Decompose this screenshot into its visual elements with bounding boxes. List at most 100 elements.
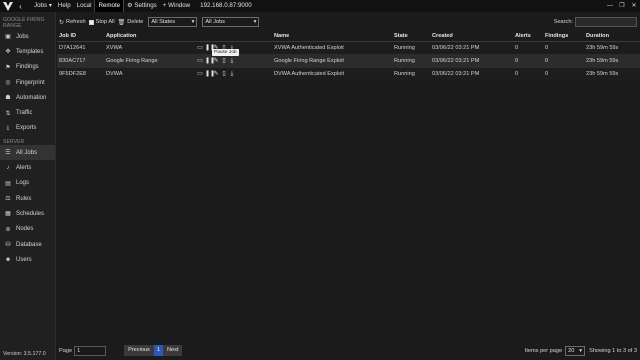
edit-icon[interactable]: ✎ bbox=[213, 71, 219, 77]
menu-settings[interactable]: ⚙ Settings bbox=[124, 0, 160, 12]
table-row[interactable]: D7A12641 XVWA ▭ ❚❚ ✎ ▯ ⤓ XVWA Authentica… bbox=[57, 41, 640, 55]
page-label: Page bbox=[59, 347, 73, 354]
page-input[interactable]: 1 bbox=[74, 345, 107, 356]
minimize-icon[interactable]: — bbox=[604, 0, 616, 12]
sidebar-item-label: Exports bbox=[16, 125, 37, 132]
sidebar-item-all-jobs[interactable]: ☰ All Jobs bbox=[0, 145, 55, 161]
refresh-button[interactable]: ↻ Refresh bbox=[59, 19, 86, 26]
sidebar-item-label: Logs bbox=[16, 180, 30, 187]
folder-open-icon[interactable]: ▭ bbox=[197, 45, 203, 51]
delete-label: Delete bbox=[127, 19, 144, 25]
sidebar-item-schedules[interactable]: ▦ Schedules bbox=[0, 206, 55, 221]
sidebar-item-users[interactable]: ☻ Users bbox=[0, 252, 55, 267]
previous-button[interactable]: Previous bbox=[124, 345, 154, 356]
sidebar-item-traffic[interactable]: ⇅ Traffic bbox=[0, 105, 55, 120]
close-icon[interactable]: ✕ bbox=[628, 0, 640, 12]
sidebar-item-rules[interactable]: ⚖ Rules bbox=[0, 191, 55, 206]
col-job-id[interactable]: Job ID bbox=[57, 32, 104, 42]
trash-icon: 🗑 bbox=[117, 19, 126, 26]
pause-icon[interactable]: ❚❚ bbox=[205, 45, 215, 51]
sidebar-item-database[interactable]: ⛁ Database bbox=[0, 237, 55, 252]
sidebar-item-label: Fingerprint bbox=[16, 79, 45, 86]
robot-icon: ☗ bbox=[5, 95, 11, 102]
fingerprint-icon: ◎ bbox=[5, 80, 11, 87]
users-icon: ☻ bbox=[4, 256, 12, 263]
calendar-icon: ▦ bbox=[5, 211, 11, 218]
sidebar-item-alerts[interactable]: ♪ Alerts bbox=[0, 160, 55, 175]
app-logo-icon bbox=[2, 0, 14, 12]
col-name[interactable]: Name bbox=[272, 32, 392, 42]
menu-jobs[interactable]: Jobs ▾ bbox=[31, 0, 55, 12]
table-row[interactable]: 830AC717 Google Firing Range ▭ ❚❚ ✎ ▯ ⤓ … bbox=[57, 54, 640, 68]
download-icon[interactable]: ⤓ bbox=[229, 58, 235, 64]
sidebar-item-templates[interactable]: ✥ Templates bbox=[0, 44, 55, 59]
briefcase-icon: ▣ bbox=[5, 34, 11, 41]
stop-square-icon bbox=[88, 19, 94, 25]
folder-open-icon[interactable]: ▭ bbox=[197, 71, 203, 77]
showing-count: Showing 1 to 3 of 3 bbox=[589, 347, 637, 354]
sidebar-item-label: Jobs bbox=[16, 33, 29, 40]
sidebar-item-logs[interactable]: ▤ Logs bbox=[0, 176, 55, 191]
delete-button[interactable]: 🗑 Delete bbox=[118, 19, 144, 26]
bell-icon: ♪ bbox=[6, 165, 10, 172]
sidebar-item-label: Nodes bbox=[16, 226, 34, 233]
trash-icon[interactable]: ▯ bbox=[221, 71, 227, 77]
cell-findings: 0 bbox=[543, 67, 584, 81]
state-filter-value: All States bbox=[151, 19, 176, 25]
database-icon: ⛁ bbox=[5, 242, 11, 248]
sidebar-item-label: Automation bbox=[16, 94, 47, 101]
traffic-icon: ⇅ bbox=[5, 110, 11, 117]
state-filter-select[interactable]: All States ▾ bbox=[148, 17, 198, 27]
cell-duration: 23h 59m 59s bbox=[584, 54, 640, 68]
cell-state: Running bbox=[392, 67, 430, 81]
cell-job-id: 9F5DF2E8 bbox=[57, 67, 104, 81]
flag-icon: ⚑ bbox=[5, 64, 11, 71]
col-findings[interactable]: Findings bbox=[543, 32, 584, 42]
search-label: Search: bbox=[553, 19, 573, 25]
menu-settings-label: Settings bbox=[134, 2, 157, 9]
folder-open-icon[interactable]: ▭ bbox=[197, 58, 203, 64]
stop-all-button[interactable]: Stop All bbox=[88, 19, 115, 25]
cell-name: XVWA Authenticated Exploit bbox=[272, 41, 392, 55]
items-per-page-label: Items per page bbox=[524, 347, 563, 354]
col-duration[interactable]: Duration bbox=[584, 32, 640, 42]
table-row[interactable]: 9F5DF2E8 DVWA ▭ ❚❚ ✎ ▯ ⤓ DVWA Authentica… bbox=[57, 67, 640, 81]
col-alerts[interactable]: Alerts bbox=[513, 32, 543, 42]
menu-help[interactable]: Help bbox=[55, 0, 74, 12]
col-application[interactable]: Application bbox=[104, 32, 195, 42]
col-state[interactable]: State bbox=[392, 32, 430, 42]
menu-new-window[interactable]: + Window bbox=[160, 0, 193, 12]
next-button[interactable]: Next bbox=[162, 345, 183, 356]
menu-remote[interactable]: Remote bbox=[94, 0, 125, 12]
sidebar-item-findings[interactable]: ⚑ Findings bbox=[0, 60, 55, 75]
sidebar-item-automation[interactable]: ☗ Automation bbox=[0, 90, 55, 105]
cell-alerts: 0 bbox=[513, 67, 543, 81]
search-input[interactable] bbox=[575, 17, 637, 27]
download-icon[interactable]: ⤓ bbox=[229, 71, 235, 77]
window-controls: — ❐ ✕ bbox=[604, 0, 640, 12]
menu-local[interactable]: Local bbox=[74, 0, 95, 12]
cell-alerts: 0 bbox=[513, 54, 543, 68]
download-icon: ⤓ bbox=[6, 124, 10, 131]
chevron-down-icon: ▾ bbox=[191, 19, 195, 25]
sidebar-item-nodes[interactable]: ⊚ Nodes bbox=[0, 222, 55, 237]
trash-icon[interactable]: ▯ bbox=[221, 58, 227, 64]
items-per-page-select[interactable]: 20 ▾ bbox=[565, 345, 586, 356]
sidebar-item-jobs[interactable]: ▣ Jobs bbox=[0, 29, 55, 44]
pause-icon[interactable]: ❚❚ bbox=[205, 58, 215, 64]
cell-duration: 23h 59m 59s bbox=[584, 67, 640, 81]
back-arrow-icon[interactable]: ‹ bbox=[16, 2, 25, 11]
cell-application: DVWA bbox=[104, 67, 195, 81]
sidebar-item-exports[interactable]: ⤓ Exports bbox=[0, 121, 55, 136]
pause-icon[interactable]: ❚❚ bbox=[205, 71, 215, 77]
cell-actions: ▭ ❚❚ ✎ ▯ ⤓ bbox=[195, 54, 272, 68]
jobs-filter-select[interactable]: All Jobs ▾ bbox=[202, 17, 260, 27]
maximize-icon[interactable]: ❐ bbox=[616, 0, 628, 12]
sidebar-item-label: All Jobs bbox=[16, 149, 38, 156]
cell-job-id: 830AC717 bbox=[57, 54, 104, 68]
remote-address: 192.168.0.87:9000 bbox=[200, 2, 252, 9]
sidebar-item-fingerprint[interactable]: ◎ Fingerprint bbox=[0, 75, 55, 90]
col-created[interactable]: Created bbox=[430, 32, 513, 42]
edit-icon[interactable]: ✎ bbox=[213, 58, 219, 64]
current-page-button[interactable]: 1 bbox=[153, 345, 163, 356]
